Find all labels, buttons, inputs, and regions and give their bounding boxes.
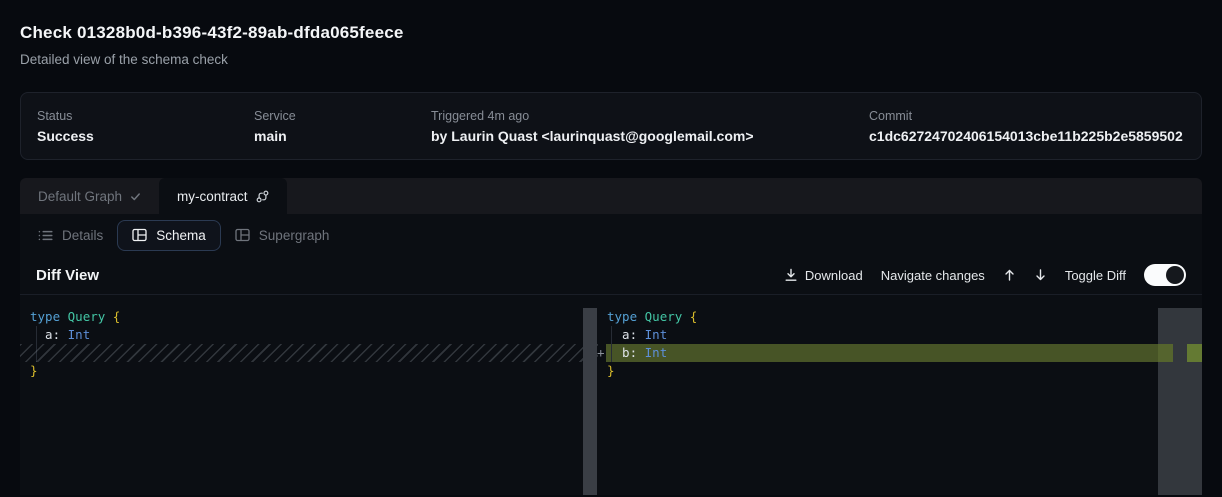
git-compare-icon — [256, 190, 269, 203]
code-line-added: b: Int — [607, 344, 667, 362]
service-field: Service main — [254, 109, 431, 144]
tab-schema-label: Schema — [156, 228, 206, 243]
code-line: type Query { — [30, 308, 120, 326]
minimap-added-line — [1158, 344, 1173, 362]
arrow-down-icon — [1034, 268, 1047, 282]
diff-view-title: Diff View — [36, 267, 99, 284]
code-line: type Query { — [607, 308, 697, 326]
status-field: Status Success — [37, 109, 254, 144]
added-line-highlight — [606, 344, 1158, 362]
triggered-field: Triggered 4m ago by Laurin Quast <laurin… — [431, 109, 869, 144]
download-label: Download — [805, 268, 863, 283]
diff-toolbar: Diff View Download Navigate changes — [20, 256, 1202, 295]
panels-icon — [132, 228, 147, 242]
arrow-up-icon — [1003, 268, 1016, 282]
code-line: a: Int — [30, 326, 90, 344]
overview-ruler-added-marker — [1187, 344, 1202, 362]
page-title: Check 01328b0d-b396-43f2-89ab-dfda065fee… — [20, 22, 1202, 44]
diff-controls: Download Navigate changes Toggle Diff — [784, 264, 1186, 286]
minimap-slider[interactable] — [1158, 308, 1202, 495]
download-button[interactable]: Download — [784, 268, 863, 283]
code-line: } — [30, 362, 38, 380]
tab-details[interactable]: Details — [36, 220, 105, 251]
view-tabs: Details Schema Supergraph — [20, 214, 1202, 256]
diff-pane-before: type Query { a: Int } — [20, 296, 598, 495]
added-line-marker: + — [597, 344, 605, 362]
check-icon — [130, 191, 141, 202]
toggle-diff-switch[interactable] — [1144, 264, 1186, 286]
toggle-diff-label: Toggle Diff — [1065, 268, 1126, 283]
navigate-changes-label: Navigate changes — [881, 268, 985, 283]
page-header: Check 01328b0d-b396-43f2-89ab-dfda065fee… — [0, 0, 1222, 67]
diff-editor: type Query { a: Int } + type Query { a: … — [20, 296, 1202, 495]
graph-tabs-bar: Default Graph my-contract — [20, 178, 1202, 214]
list-icon — [38, 229, 53, 242]
diff-placeholder-hatch — [20, 344, 598, 362]
tab-my-contract-label: my-contract — [177, 189, 248, 204]
commit-value: c1dc62724702406154013cbe11b225b2e5859502 — [869, 128, 1185, 144]
service-label: Service — [254, 109, 431, 123]
code-line: a: Int — [607, 326, 667, 344]
tab-default-graph-label: Default Graph — [38, 189, 122, 204]
triggered-value: by Laurin Quast <laurinquast@googlemail.… — [431, 128, 869, 144]
status-label: Status — [37, 109, 254, 123]
tab-supergraph-label: Supergraph — [259, 228, 330, 243]
status-value: Success — [37, 128, 254, 144]
tab-details-label: Details — [62, 228, 103, 243]
left-scrollbar-thumb[interactable] — [583, 308, 597, 495]
check-content: Details Schema Supergraph Diff View — [20, 214, 1202, 495]
prev-change-button[interactable] — [1003, 268, 1016, 282]
service-value: main — [254, 128, 431, 144]
tab-my-contract[interactable]: my-contract — [159, 178, 287, 214]
code-line: } — [607, 362, 615, 380]
toggle-knob — [1166, 266, 1184, 284]
download-icon — [784, 268, 798, 282]
commit-field: Commit c1dc62724702406154013cbe11b225b2e… — [869, 109, 1185, 144]
panels-icon — [235, 228, 250, 242]
tab-default-graph[interactable]: Default Graph — [20, 178, 159, 214]
tab-schema[interactable]: Schema — [117, 220, 221, 251]
commit-label: Commit — [869, 109, 1185, 123]
check-summary-panel: Status Success Service main Triggered 4m… — [20, 92, 1202, 160]
tab-supergraph[interactable]: Supergraph — [233, 220, 332, 251]
next-change-button[interactable] — [1034, 268, 1047, 282]
triggered-label: Triggered 4m ago — [431, 109, 869, 123]
page-subtitle: Detailed view of the schema check — [20, 52, 1202, 67]
diff-pane-after: + type Query { a: Int b: Int } — [598, 296, 1202, 495]
schema-check-page: Check 01328b0d-b396-43f2-89ab-dfda065fee… — [0, 0, 1222, 497]
